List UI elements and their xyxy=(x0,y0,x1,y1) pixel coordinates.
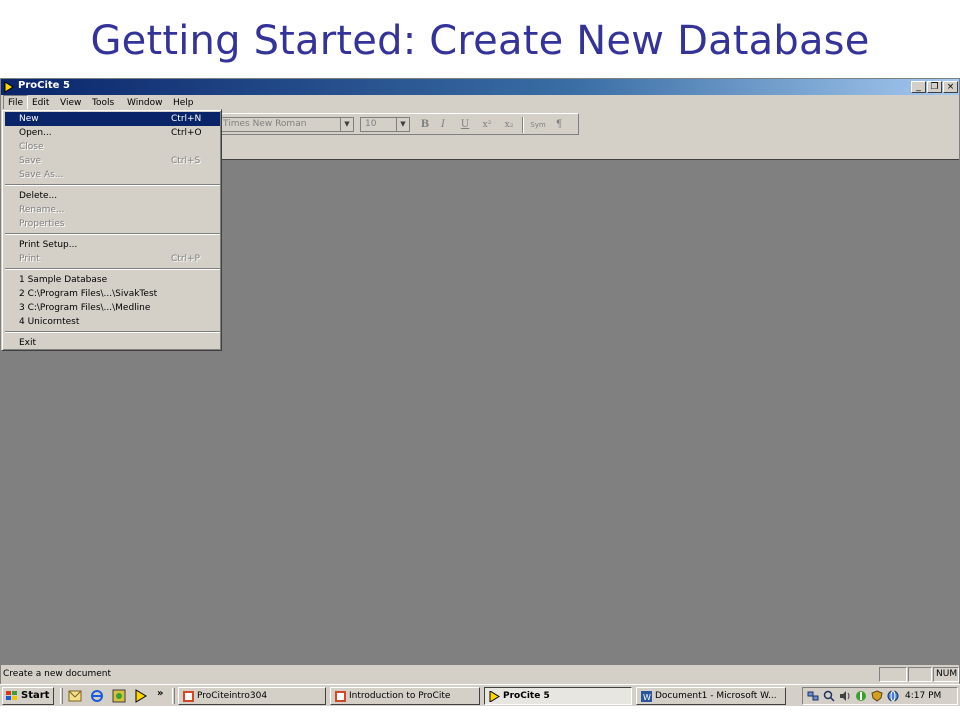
file-menu-close-label: Close xyxy=(19,142,44,152)
powerpoint-icon xyxy=(183,691,194,702)
menu-separator xyxy=(5,331,220,333)
word-icon: W xyxy=(641,691,652,702)
search-icon[interactable] xyxy=(823,690,835,702)
file-menu-recent-4-label: 4 Unicorntest xyxy=(19,317,80,327)
file-menu-save-shortcut: Ctrl+S xyxy=(171,156,201,166)
toolbar-separator xyxy=(522,117,524,133)
file-menu-recent-3[interactable]: 3 C:\Program Files\...\Medline xyxy=(5,301,220,315)
underline-button[interactable]: U xyxy=(458,118,472,132)
antivirus-icon[interactable] xyxy=(855,690,867,702)
taskbar-handle[interactable] xyxy=(172,688,175,704)
file-menu-recent-4[interactable]: 4 Unicorntest xyxy=(5,315,220,329)
file-menu-recent-3-label: 3 C:\Program Files\...\Medline xyxy=(19,303,151,313)
volume-icon[interactable] xyxy=(839,690,851,702)
start-button[interactable]: Start xyxy=(2,687,54,705)
file-menu-open-label: Open... xyxy=(19,128,52,138)
file-menu-exit[interactable]: Exit xyxy=(5,336,220,350)
system-tray: 4:17 PM xyxy=(802,687,958,705)
file-menu-recent-1-label: 1 Sample Database xyxy=(19,275,108,285)
taskbar: Start » ProCiteintro304 Introduction to … xyxy=(0,684,960,706)
file-menu-save-label: Save xyxy=(19,156,42,166)
file-menu-recent-2[interactable]: 2 C:\Program Files\...\SivakTest xyxy=(5,287,220,301)
windows-flag-icon xyxy=(6,691,17,700)
status-panel-blank xyxy=(908,667,932,682)
close-button[interactable]: × xyxy=(943,81,958,93)
file-menu-close: Close xyxy=(5,140,220,154)
clock[interactable]: 4:17 PM xyxy=(905,690,941,702)
subscript-button[interactable]: x₂ xyxy=(502,118,516,132)
file-menu-rename: Rename... xyxy=(5,203,220,217)
restore-button[interactable]: ❐ xyxy=(927,81,942,93)
symbol-button[interactable]: Sym xyxy=(528,118,548,132)
font-size-select[interactable]: 10 ▼ xyxy=(360,117,410,132)
chevron-down-icon[interactable]: ▼ xyxy=(396,118,409,131)
menu-separator xyxy=(5,233,220,235)
file-menu-print: Print Ctrl+P xyxy=(5,252,220,266)
status-panel-caps xyxy=(879,667,907,682)
task-label: Document1 - Microsoft W... xyxy=(655,691,777,701)
procite-app-icon[interactable] xyxy=(4,81,14,93)
font-size-value: 10 xyxy=(365,119,377,129)
window-title: ProCite 5 xyxy=(18,80,70,91)
file-menu-delete-label: Delete... xyxy=(19,191,58,201)
file-menu-exit-label: Exit xyxy=(19,338,37,348)
globe-icon[interactable] xyxy=(887,690,899,702)
quicklaunch-more[interactable]: » xyxy=(157,688,163,699)
file-menu-properties: Properties xyxy=(5,217,220,231)
internet-explorer-icon[interactable] xyxy=(90,689,104,703)
task-button-prociteintro[interactable]: ProCiteintro304 xyxy=(178,687,326,705)
file-menu-delete[interactable]: Delete... xyxy=(5,189,220,203)
menu-separator xyxy=(5,268,220,270)
status-num: NUM xyxy=(933,667,959,682)
network-icon[interactable] xyxy=(807,690,819,702)
paragraph-button[interactable]: ¶ xyxy=(552,118,566,132)
file-menu-recent-1[interactable]: 1 Sample Database xyxy=(5,273,220,287)
file-menu-dropdown: New Ctrl+N Open... Ctrl+O Close Save Ctr… xyxy=(1,109,222,351)
file-menu-save-as-label: Save As... xyxy=(19,170,64,180)
minimize-button[interactable]: _ xyxy=(911,81,926,93)
font-name-select[interactable]: Times New Roman ▼ xyxy=(218,117,354,132)
shield-icon[interactable] xyxy=(871,690,883,702)
chevron-down-icon[interactable]: ▼ xyxy=(340,118,353,131)
italic-button[interactable]: I xyxy=(436,118,450,132)
status-bar: Create a new document NUM xyxy=(1,665,959,684)
file-menu-properties-label: Properties xyxy=(19,219,65,229)
file-menu-recent-2-label: 2 C:\Program Files\...\SivakTest xyxy=(19,289,158,299)
task-label: ProCite 5 xyxy=(503,691,550,701)
file-menu-print-setup[interactable]: Print Setup... xyxy=(5,238,220,252)
task-button-procite[interactable]: ProCite 5 xyxy=(484,687,632,705)
file-menu-save: Save Ctrl+S xyxy=(5,154,220,168)
file-menu-new-label: New xyxy=(19,114,39,124)
powerpoint-icon xyxy=(335,691,346,702)
procite-quicklaunch-icon[interactable] xyxy=(134,689,148,703)
title-bar[interactable]: ProCite 5 _ ❐ × xyxy=(1,79,959,95)
quicklaunch-handle[interactable] xyxy=(60,688,63,704)
menu-separator xyxy=(5,184,220,186)
slide-title: Getting Started: Create New Database xyxy=(90,18,870,64)
file-menu-open-shortcut: Ctrl+O xyxy=(171,128,202,138)
procite-icon xyxy=(489,691,500,702)
task-label: ProCiteintro304 xyxy=(197,691,268,701)
file-menu-rename-label: Rename... xyxy=(19,205,65,215)
svg-text:W: W xyxy=(643,693,651,702)
font-name-value: Times New Roman xyxy=(223,119,307,129)
task-label: Introduction to ProCite xyxy=(349,691,451,701)
status-message: Create a new document xyxy=(3,669,112,679)
format-toolbar: Times New Roman ▼ 10 ▼ B I U x² x₂ Sym ¶ xyxy=(215,113,579,135)
task-button-word[interactable]: W Document1 - Microsoft W... xyxy=(636,687,786,705)
file-menu-new-shortcut: Ctrl+N xyxy=(171,114,202,124)
file-menu-print-setup-label: Print Setup... xyxy=(19,240,78,250)
task-button-introduction[interactable]: Introduction to ProCite xyxy=(330,687,480,705)
show-desktop-icon[interactable] xyxy=(112,689,126,703)
file-menu-print-shortcut: Ctrl+P xyxy=(171,254,200,264)
outlook-icon[interactable] xyxy=(68,689,82,703)
superscript-button[interactable]: x² xyxy=(480,118,494,132)
file-menu-new[interactable]: New Ctrl+N xyxy=(5,112,220,126)
file-menu-print-label: Print xyxy=(19,254,40,264)
start-label: Start xyxy=(21,690,50,701)
bold-button[interactable]: B xyxy=(418,118,432,132)
file-menu-open[interactable]: Open... Ctrl+O xyxy=(5,126,220,140)
file-menu-save-as: Save As... xyxy=(5,168,220,182)
